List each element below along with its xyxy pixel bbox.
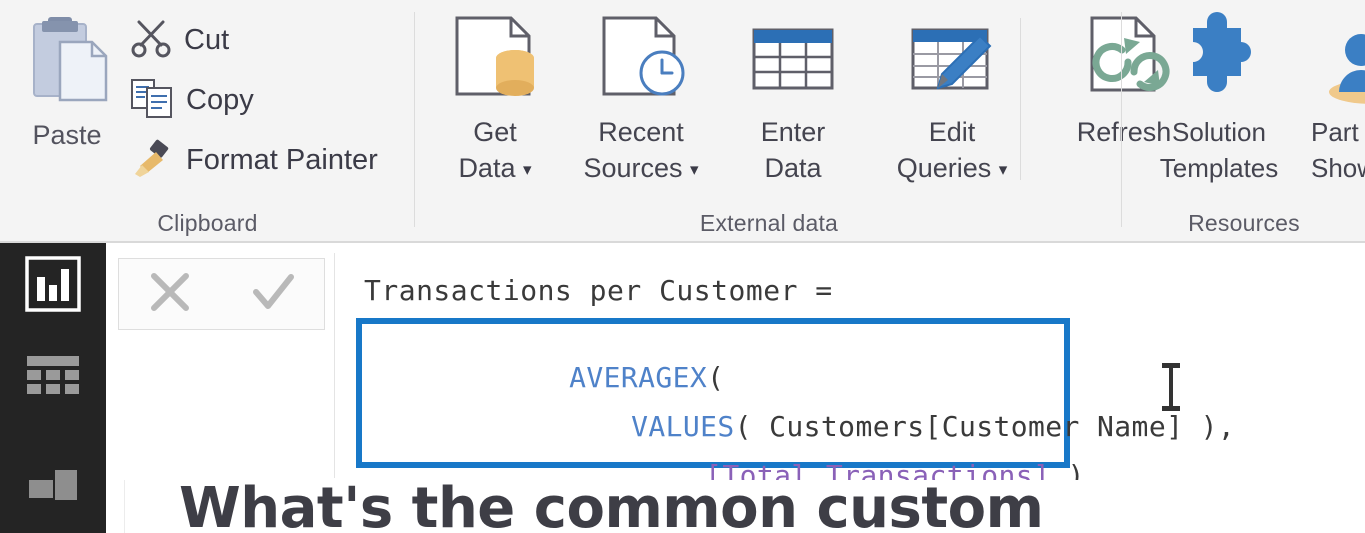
paste-button[interactable]: Paste xyxy=(8,8,126,188)
group-separator xyxy=(414,12,415,227)
copy-button[interactable]: Copy xyxy=(130,76,254,124)
sidebar-item-model-view[interactable] xyxy=(0,439,106,525)
clipboard-group-title: Clipboard xyxy=(157,210,258,236)
page-title: What's the common custom xyxy=(179,476,1044,533)
paint-brush-icon xyxy=(130,138,174,183)
i-beam-text-cursor xyxy=(1160,362,1182,412)
enter-data-label-line2: Data xyxy=(764,153,822,183)
format-painter-button[interactable]: Format Painter xyxy=(130,136,378,184)
ribbon-group-external-data: Get Data ▾ Recent Sources ▾ Enter Data E… xyxy=(416,0,1171,243)
cancel-x-icon xyxy=(144,266,196,323)
ribbon-group-clipboard: Paste Cut Copy Format Painter Clipboard xyxy=(0,0,415,243)
enter-data-table-icon xyxy=(722,6,864,114)
recent-sources-label-line1: Recent xyxy=(598,117,684,147)
commit-formula-button[interactable] xyxy=(230,259,316,329)
enter-data-label-line1: Enter xyxy=(760,117,826,147)
scissors-icon xyxy=(130,17,172,64)
inner-separator xyxy=(1020,18,1021,180)
sidebar-item-data-view[interactable] xyxy=(0,339,106,425)
enter-data-button[interactable]: Enter Data xyxy=(722,6,864,186)
formula-action-buttons xyxy=(118,258,325,330)
external-data-group-title: External data xyxy=(699,210,839,236)
recent-sources-label-line2: Sources xyxy=(583,153,683,183)
cancel-formula-button[interactable] xyxy=(127,259,213,329)
solution-templates-button[interactable]: Solution Templates xyxy=(1129,6,1309,186)
get-data-button[interactable]: Get Data ▾ xyxy=(430,6,560,188)
ribbon-group-resources: Solution Templates Part Sho Resources xyxy=(1123,0,1365,243)
paste-label: Paste xyxy=(32,120,102,150)
people-partner-icon xyxy=(1311,6,1365,114)
copy-label: Copy xyxy=(186,83,254,116)
partner-showcase-label-line1: Part xyxy=(1311,117,1359,147)
workspace: Transactions per Customer = AVERAGEX( VA… xyxy=(0,243,1365,533)
recent-sources-icon xyxy=(558,6,724,114)
clipboard-paste-icon xyxy=(8,17,126,120)
edit-queries-label-line2: Queries xyxy=(896,153,992,183)
partner-showcase-button[interactable]: Part Show xyxy=(1311,6,1365,186)
solution-templates-label-line1: Solution xyxy=(1172,117,1266,147)
format-painter-label: Format Painter xyxy=(186,143,378,176)
view-navigation-rail xyxy=(0,243,106,533)
edit-queries-label-line1: Edit xyxy=(928,117,976,147)
recent-sources-button[interactable]: Recent Sources ▾ xyxy=(558,6,724,188)
puzzle-piece-icon xyxy=(1129,6,1309,114)
dax-formula-editor[interactable]: Transactions per Customer = AVERAGEX( VA… xyxy=(334,253,1365,492)
get-data-label-line2: Data xyxy=(458,153,516,183)
report-canvas: What's the common custom xyxy=(106,476,1365,533)
get-data-label-line1: Get xyxy=(473,117,517,147)
measure-definition-title: Transactions per Customer = xyxy=(364,274,833,307)
solution-templates-label-line2: Templates xyxy=(1159,153,1279,183)
power-bi-desktop-window: Paste Cut Copy Format Painter Clipboard … xyxy=(0,0,1365,533)
edit-queries-icon xyxy=(868,6,1036,114)
sidebar-item-report-view[interactable] xyxy=(0,243,106,329)
copy-pages-icon xyxy=(130,77,174,124)
table-grid-icon xyxy=(25,354,81,411)
chevron-down-icon[interactable]: ▾ xyxy=(523,160,532,179)
resources-group-title: Resources xyxy=(1188,210,1300,236)
edit-queries-button[interactable]: Edit Queries ▾ xyxy=(868,6,1036,188)
cut-label: Cut xyxy=(184,23,230,56)
ribbon: Paste Cut Copy Format Painter Clipboard … xyxy=(0,0,1365,243)
bar-chart-icon xyxy=(24,255,82,318)
chevron-down-icon[interactable]: ▾ xyxy=(690,160,699,179)
model-relationships-icon xyxy=(25,454,81,511)
chevron-down-icon[interactable]: ▾ xyxy=(999,160,1008,179)
partner-showcase-label-line2: Show xyxy=(1311,153,1365,183)
cut-button[interactable]: Cut xyxy=(130,16,229,64)
get-data-icon xyxy=(430,6,560,114)
group-separator xyxy=(1121,12,1122,227)
commit-check-icon xyxy=(247,266,299,323)
dax-expression-highlight-box[interactable]: AVERAGEX( VALUES( Customers[Customer Nam… xyxy=(356,318,1235,492)
report-page-surface[interactable]: What's the common custom xyxy=(124,476,1365,533)
